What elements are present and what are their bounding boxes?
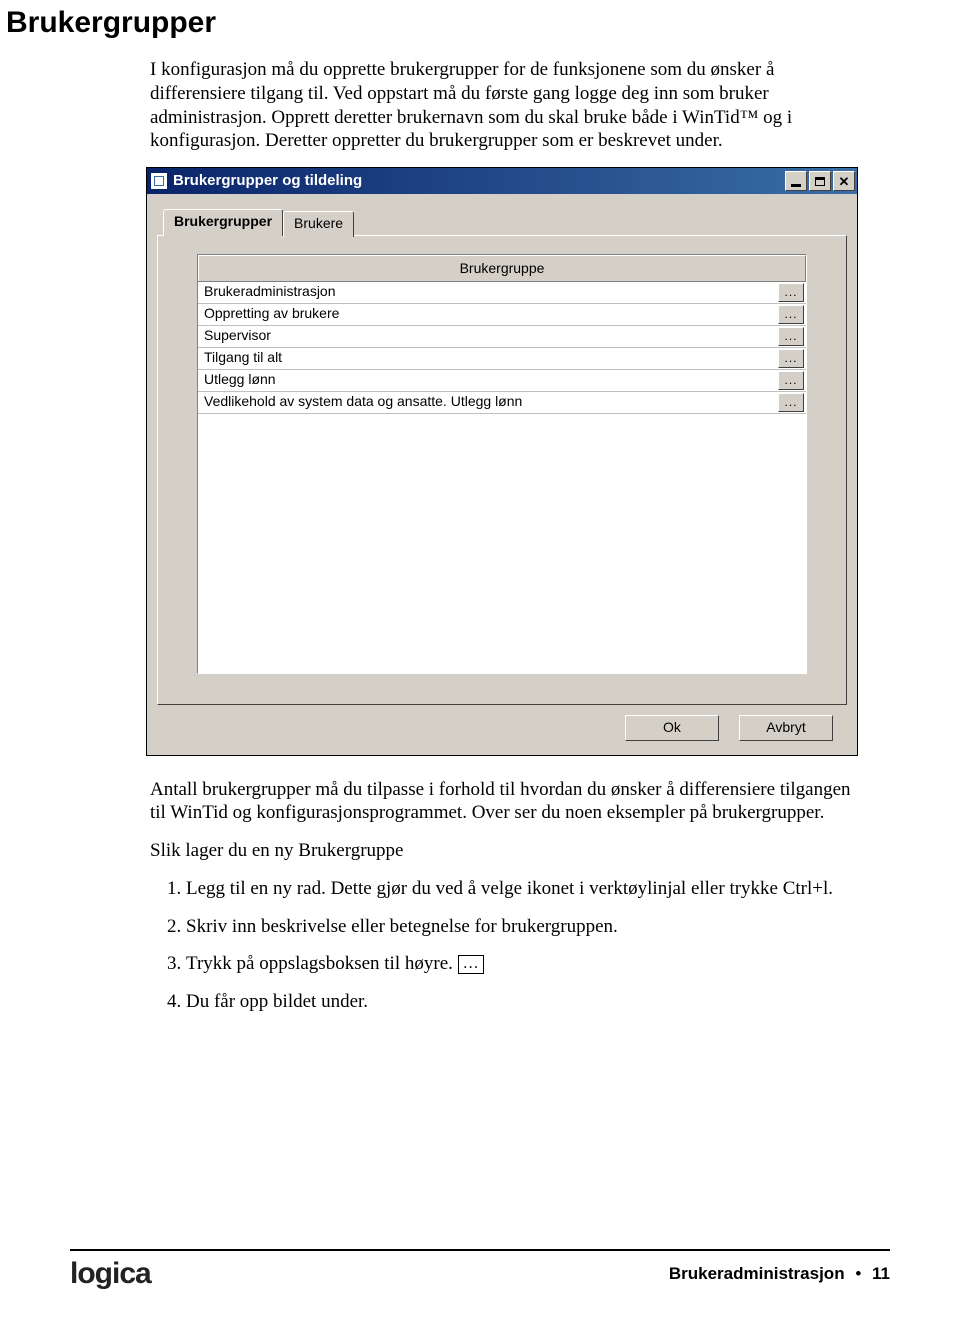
page-footer: logica Brukeradministrasjon • 11 <box>70 1249 890 1291</box>
lookup-button[interactable]: ... <box>778 283 804 302</box>
steps-list: Legg til en ny rad. Dette gjør du ved å … <box>186 877 870 1014</box>
group-cell[interactable]: Supervisor <box>198 326 776 347</box>
group-cell[interactable]: Brukeradministrasjon <box>198 282 776 303</box>
bullet-icon: • <box>855 1264 861 1283</box>
lookup-button[interactable]: ... <box>778 371 804 390</box>
page-title: Brukergrupper <box>6 6 890 40</box>
lookup-box-icon: … <box>458 955 484 974</box>
step-2: Skriv inn beskrivelse eller betegnelse f… <box>186 915 870 939</box>
table-row[interactable]: Supervisor ... <box>198 326 806 348</box>
step-4: Du får opp bildet under. <box>186 990 870 1014</box>
column-header[interactable]: Brukergruppe <box>198 255 806 282</box>
intro-paragraph: I konfigurasjon må du opprette brukergru… <box>150 58 870 153</box>
lookup-button[interactable]: ... <box>778 305 804 324</box>
dialog-window: Brukergrupper og tildeling ✕ Brukergrupp… <box>146 167 858 756</box>
step-1: Legg til en ny rad. Dette gjør du ved å … <box>186 877 870 901</box>
logo: logica <box>70 1257 151 1291</box>
maximize-button[interactable] <box>809 171 831 191</box>
tab-panel: Brukergruppe Brukeradministrasjon ... Op… <box>157 235 847 705</box>
tab-brukere[interactable]: Brukere <box>283 211 354 237</box>
lookup-button[interactable]: ... <box>778 327 804 346</box>
tab-brukergrupper[interactable]: Brukergrupper <box>163 209 283 236</box>
subheading: Slik lager du en ny Brukergruppe <box>150 839 870 863</box>
group-cell[interactable]: Oppretting av brukere <box>198 304 776 325</box>
table-row[interactable]: Utlegg lønn ... <box>198 370 806 392</box>
group-table: Brukergruppe Brukeradministrasjon ... Op… <box>197 254 807 674</box>
table-row[interactable]: Brukeradministrasjon ... <box>198 282 806 304</box>
close-button[interactable]: ✕ <box>833 171 855 191</box>
group-cell[interactable]: Tilgang til alt <box>198 348 776 369</box>
step-3: Trykk på oppslagsboksen til høyre. … <box>186 952 870 976</box>
app-icon <box>151 173 167 189</box>
table-row[interactable]: Oppretting av brukere ... <box>198 304 806 326</box>
footer-page-number: 11 <box>872 1264 890 1283</box>
ok-button[interactable]: Ok <box>625 715 719 741</box>
group-cell[interactable]: Utlegg lønn <box>198 370 776 391</box>
group-cell[interactable]: Vedlikehold av system data og ansatte. U… <box>198 392 776 413</box>
step-3-text: Trykk på oppslagsboksen til høyre. <box>186 953 458 974</box>
titlebar[interactable]: Brukergrupper og tildeling ✕ <box>147 168 857 194</box>
table-row[interactable]: Tilgang til alt ... <box>198 348 806 370</box>
table-row[interactable]: Vedlikehold av system data og ansatte. U… <box>198 392 806 414</box>
footer-section: Brukeradministrasjon <box>669 1264 845 1283</box>
cancel-button[interactable]: Avbryt <box>739 715 833 741</box>
titlebar-text: Brukergrupper og tildeling <box>173 172 785 191</box>
lookup-button[interactable]: ... <box>778 349 804 368</box>
after-paragraph: Antall brukergrupper må du tilpasse i fo… <box>150 778 870 826</box>
minimize-button[interactable] <box>785 171 807 191</box>
lookup-button[interactable]: ... <box>778 393 804 412</box>
